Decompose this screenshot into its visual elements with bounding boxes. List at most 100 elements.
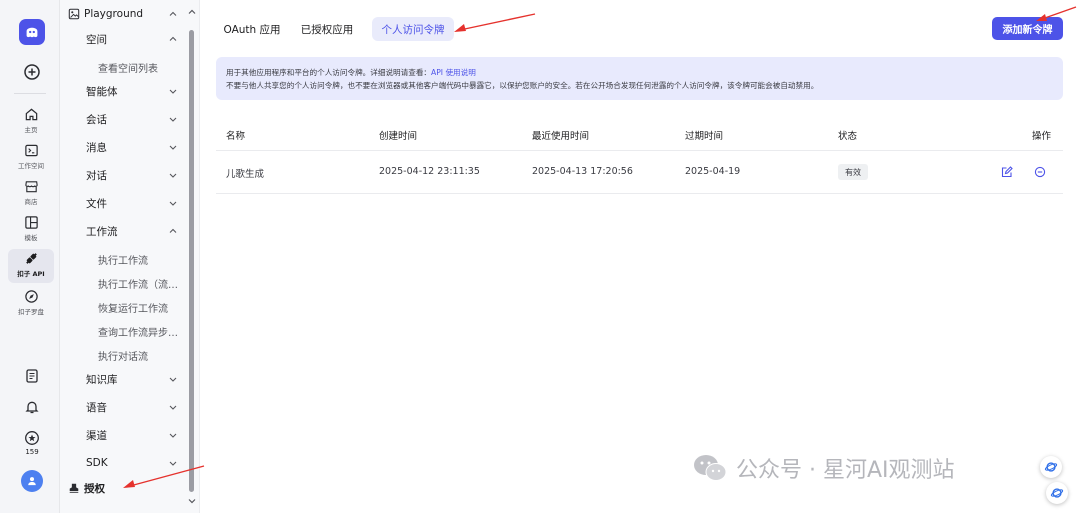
menu-item-label: 授权 <box>84 482 105 495</box>
menu-item-label: 渠道 <box>86 429 107 442</box>
tab-authorized-apps[interactable]: 已授权应用 <box>296 17 358 41</box>
rail-item-store[interactable]: 商店 <box>8 177 54 211</box>
rail-item-templates[interactable]: 模板 <box>8 213 54 247</box>
banner-text: 用于其他应用程序和平台的个人访问令牌。详细说明请查看： <box>226 68 432 77</box>
menu-item[interactable]: 文件 <box>60 192 199 214</box>
menu-item-label: 知识库 <box>86 373 118 386</box>
main-content: OAuth 应用 已授权应用 个人访问令牌 添加新令牌 用于其他应用程序和平台的… <box>200 0 1080 513</box>
planet-icon <box>1050 488 1064 498</box>
menu-item-label: 消息 <box>86 141 107 154</box>
scroll-up-icon[interactable] <box>188 8 196 16</box>
home-icon <box>25 108 37 121</box>
menu-item-label: 执行工作流 <box>98 255 148 267</box>
menu-sub-item[interactable]: 查询工作流异步… <box>60 320 199 342</box>
column-header: 状态 <box>838 131 858 142</box>
menu-item[interactable]: 知识库 <box>60 368 199 390</box>
menu-item-label: 对话 <box>86 169 107 182</box>
floating-assistant-button[interactable] <box>1046 482 1068 504</box>
menu-item-label: 工作流 <box>86 225 118 238</box>
tab-personal-access-tokens[interactable]: 个人访问令牌 <box>372 17 454 41</box>
api-docs-link[interactable]: API 使用说明 <box>431 68 476 77</box>
menu-item[interactable]: 空间 <box>60 28 199 50</box>
menu-item[interactable]: 渠道 <box>60 424 199 446</box>
menu-item-label: 智能体 <box>86 85 118 98</box>
rail-item-label: 扣子罗盘 <box>18 308 44 316</box>
column-header: 名称 <box>226 131 246 142</box>
left-rail: 主页 工作空间 商店 模板 扣子 API 扣子罗盘 159 <box>0 0 60 513</box>
tab-oauth-apps[interactable]: OAuth 应用 <box>218 17 286 41</box>
menu-item[interactable]: 消息 <box>60 136 199 158</box>
app-root: 主页 工作空间 商店 模板 扣子 API 扣子罗盘 159 Playground… <box>0 0 1080 513</box>
token-last-used: 2025-04-13 17:20:56 <box>532 166 633 177</box>
menu-item-label: 查询工作流异步… <box>98 327 178 339</box>
menu-sub-item[interactable]: 恢复运行工作流 <box>60 296 199 318</box>
document-icon[interactable] <box>24 368 40 384</box>
rail-item-workspace[interactable]: 工作空间 <box>8 141 54 175</box>
menu-sub-item[interactable]: 查看空间列表 <box>60 56 199 78</box>
menu-item-label: 语音 <box>86 401 107 414</box>
rail-item-compass[interactable]: 扣子罗盘 <box>8 287 54 321</box>
rail-divider <box>14 93 46 94</box>
watermark-text: 公众号 · 星河AI观测站 <box>736 458 955 483</box>
column-header: 创建时间 <box>379 131 418 142</box>
menu-item[interactable]: SDK <box>60 452 199 474</box>
menu-item[interactable]: 会话 <box>60 108 199 130</box>
table-row: 儿歌生成 2025-04-12 23:11:35 2025-04-13 17:2… <box>216 152 1063 194</box>
column-header: 操作 <box>1032 131 1052 142</box>
rail-item-label: 模板 <box>24 234 38 242</box>
menu-item-label: Playground <box>84 8 144 20</box>
menu-sub-item[interactable]: 执行工作流 <box>60 248 199 270</box>
create-icon[interactable] <box>22 62 42 82</box>
chevron-down-icon <box>169 89 177 94</box>
rail-item-api[interactable]: 扣子 API <box>8 249 54 283</box>
add-token-button[interactable]: 添加新令牌 <box>992 17 1063 40</box>
rail-item-home[interactable]: 主页 <box>8 105 54 139</box>
menu-sub-item[interactable]: 执行工作流（流… <box>60 272 199 294</box>
token-name: 儿歌生成 <box>226 169 265 180</box>
menu-item-label: 恢复运行工作流 <box>98 303 168 315</box>
chevron-down-icon <box>169 405 177 410</box>
menu-item-playground[interactable]: Playground <box>60 3 199 25</box>
scroll-down-icon[interactable] <box>188 497 196 505</box>
chevron-down-icon <box>169 117 177 122</box>
watermark: 公众号 · 星河AI观测站 <box>692 448 955 488</box>
bell-icon[interactable] <box>24 399 40 415</box>
info-banner: 用于其他应用程序和平台的个人访问令牌。详细说明请查看：API 使用说明 不要与他… <box>216 57 1063 100</box>
chevron-up-icon <box>169 228 177 233</box>
menu-scrollbar[interactable] <box>189 30 194 492</box>
chevron-down-icon <box>169 173 177 178</box>
menu-item-label: 文件 <box>86 197 107 210</box>
token-expires: 2025-04-19 <box>685 166 741 177</box>
chevron-down-icon <box>169 433 177 438</box>
disable-icon[interactable] <box>1034 166 1046 178</box>
menu-item[interactable]: 智能体 <box>60 80 199 102</box>
rail-item-label: 商店 <box>24 198 38 206</box>
token-created: 2025-04-12 23:11:35 <box>379 166 480 177</box>
chevron-up-icon <box>169 36 177 41</box>
rail-item-label: 工作空间 <box>18 162 44 170</box>
status-badge: 有效 <box>838 164 868 180</box>
user-avatar[interactable] <box>21 470 43 492</box>
star-count: 159 <box>25 448 39 456</box>
template-icon <box>24 216 38 229</box>
menu-item[interactable]: 对话 <box>60 164 199 186</box>
floating-assistant-button[interactable] <box>1040 456 1062 478</box>
column-header: 最近使用时间 <box>532 131 590 142</box>
star-icon[interactable] <box>24 430 40 446</box>
menu-sub-item[interactable]: 执行对话流 <box>60 344 199 366</box>
app-logo[interactable] <box>19 19 45 45</box>
menu-item[interactable]: 工作流 <box>60 220 199 242</box>
playground-icon <box>68 8 80 20</box>
menu-item-label: 查看空间列表 <box>98 63 158 75</box>
chevron-up-icon <box>169 11 177 16</box>
menu-item-authorization[interactable]: 授权 <box>60 477 199 499</box>
stamp-icon <box>69 483 79 493</box>
table-header: 名称 创建时间 最近使用时间 过期时间 状态 操作 <box>216 117 1063 151</box>
chevron-down-icon <box>169 201 177 206</box>
edit-icon[interactable] <box>1001 166 1013 178</box>
chevron-down-icon <box>169 377 177 382</box>
banner-line-2: 不要与他人共享您的个人访问令牌，也不要在浏览器或其他客户端代码中暴露它，以保护您… <box>226 80 819 90</box>
menu-item-label: 会话 <box>86 113 107 126</box>
menu-item[interactable]: 语音 <box>60 396 199 418</box>
user-icon <box>28 477 36 486</box>
